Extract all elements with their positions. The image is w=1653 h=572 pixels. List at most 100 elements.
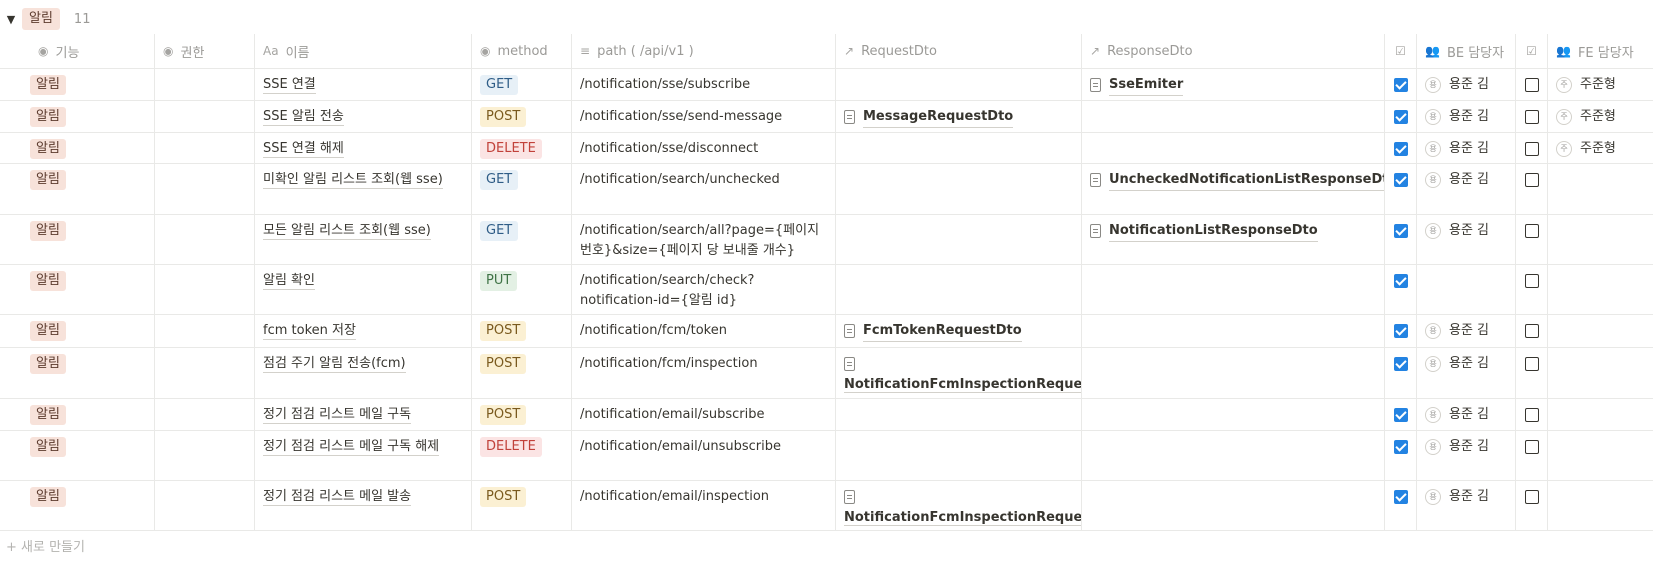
cell-fe-check[interactable] bbox=[1516, 133, 1548, 163]
cell-response-dto[interactable] bbox=[1082, 399, 1385, 430]
cell-feature[interactable]: 알림 bbox=[0, 164, 155, 214]
be-person[interactable]: 용 용준 김 bbox=[1425, 354, 1507, 374]
cell-be[interactable]: 용 용준 김 bbox=[1417, 431, 1516, 480]
be-person[interactable]: 용 용준 김 bbox=[1425, 75, 1507, 95]
table-row[interactable]: 알림 정기 점검 리스트 메일 구독 POST/notification/email… bbox=[0, 399, 1653, 431]
cell-fe-check[interactable] bbox=[1516, 315, 1548, 347]
cell-method[interactable]: GET bbox=[472, 215, 572, 264]
be-person[interactable]: 용 용준 김 bbox=[1425, 139, 1507, 159]
row-title[interactable]: 알림 확인 bbox=[263, 273, 315, 290]
cell-fe[interactable]: 주 주준형 bbox=[1548, 101, 1653, 132]
be-checkbox[interactable] bbox=[1393, 142, 1408, 156]
fe-person[interactable]: 주 주준형 bbox=[1556, 139, 1645, 159]
cell-auth[interactable] bbox=[155, 265, 255, 314]
cell-name[interactable]: 미확인 알림 리스트 조회(웹 sse) bbox=[255, 164, 472, 214]
cell-method[interactable]: DELETE bbox=[472, 133, 572, 163]
row-title[interactable]: fcm token 저장 bbox=[263, 323, 356, 340]
be-person[interactable]: 용 용준 김 bbox=[1425, 170, 1507, 190]
cell-be[interactable]: 용 용준 김 bbox=[1417, 399, 1516, 430]
cell-name[interactable]: 알림 확인 bbox=[255, 265, 472, 314]
fe-checkbox[interactable] bbox=[1524, 408, 1539, 422]
header-method[interactable]: ◉ method bbox=[472, 34, 572, 68]
be-checkbox[interactable] bbox=[1393, 490, 1408, 504]
fe-checkbox[interactable] bbox=[1524, 490, 1539, 504]
cell-request-dto[interactable]: FcmTokenRequestDto bbox=[836, 315, 1082, 347]
cell-auth[interactable] bbox=[155, 69, 255, 100]
cell-name[interactable]: fcm token 저장 bbox=[255, 315, 472, 347]
cell-auth[interactable] bbox=[155, 348, 255, 398]
cell-be-check[interactable] bbox=[1385, 69, 1417, 100]
cell-response-dto[interactable] bbox=[1082, 315, 1385, 347]
be-person[interactable]: 용 용준 김 bbox=[1425, 107, 1507, 127]
cell-path[interactable]: /notification/search/all?page={페이지번호}&si… bbox=[572, 215, 836, 264]
fe-checkbox[interactable] bbox=[1524, 110, 1539, 124]
table-row[interactable]: 알림 알림 확인 PUT/notification/search/check?not… bbox=[0, 265, 1653, 315]
cell-auth[interactable] bbox=[155, 215, 255, 264]
table-row[interactable]: 알림 점검 주기 알림 전송(fcm) POST/notification/fcm/… bbox=[0, 348, 1653, 399]
fe-checkbox[interactable] bbox=[1524, 173, 1539, 187]
cell-response-dto[interactable] bbox=[1082, 265, 1385, 314]
cell-method[interactable]: POST bbox=[472, 399, 572, 430]
cell-method[interactable]: GET bbox=[472, 69, 572, 100]
cell-path[interactable]: /notification/sse/subscribe bbox=[572, 69, 836, 100]
response-dto-link[interactable]: SseEmiter bbox=[1090, 75, 1184, 96]
fe-checkbox[interactable] bbox=[1524, 274, 1539, 288]
cell-feature[interactable]: 알림 bbox=[0, 481, 155, 530]
cell-be[interactable]: 용 용준 김 bbox=[1417, 164, 1516, 214]
response-dto-link[interactable]: NotificationListResponseDto bbox=[1090, 221, 1318, 242]
cell-name[interactable]: SSE 연결 해제 bbox=[255, 133, 472, 163]
cell-method[interactable]: GET bbox=[472, 164, 572, 214]
row-title[interactable]: SSE 알림 전송 bbox=[263, 109, 344, 126]
cell-fe[interactable] bbox=[1548, 164, 1653, 214]
header-be[interactable]: 👥 BE 담당자 bbox=[1417, 34, 1516, 68]
cell-fe-check[interactable] bbox=[1516, 265, 1548, 314]
toggle-triangle-icon[interactable]: ▼ bbox=[0, 13, 22, 26]
be-checkbox[interactable] bbox=[1393, 173, 1408, 187]
cell-fe-check[interactable] bbox=[1516, 164, 1548, 214]
cell-be-check[interactable] bbox=[1385, 133, 1417, 163]
header-name[interactable]: Aa 이름 bbox=[255, 34, 472, 68]
cell-path[interactable]: /notification/search/unchecked bbox=[572, 164, 836, 214]
cell-path[interactable]: /notification/sse/send-message bbox=[572, 101, 836, 132]
cell-auth[interactable] bbox=[155, 431, 255, 480]
cell-method[interactable]: DELETE bbox=[472, 431, 572, 480]
cell-be-check[interactable] bbox=[1385, 348, 1417, 398]
cell-feature[interactable]: 알림 bbox=[0, 215, 155, 264]
cell-auth[interactable] bbox=[155, 101, 255, 132]
cell-auth[interactable] bbox=[155, 315, 255, 347]
be-person[interactable]: 용 용준 김 bbox=[1425, 437, 1507, 457]
fe-checkbox[interactable] bbox=[1524, 357, 1539, 371]
cell-method[interactable]: POST bbox=[472, 481, 572, 530]
cell-be-check[interactable] bbox=[1385, 265, 1417, 314]
cell-fe[interactable] bbox=[1548, 315, 1653, 347]
cell-request-dto[interactable] bbox=[836, 69, 1082, 100]
cell-fe[interactable] bbox=[1548, 481, 1653, 530]
table-row[interactable]: 알림 SSE 연결 해제 DELETE/notification/sse/disco… bbox=[0, 133, 1653, 164]
cell-feature[interactable]: 알림 bbox=[0, 69, 155, 100]
cell-be[interactable]: 용 용준 김 bbox=[1417, 315, 1516, 347]
cell-fe-check[interactable] bbox=[1516, 481, 1548, 530]
cell-name[interactable]: 정기 점검 리스트 메일 발송 bbox=[255, 481, 472, 530]
cell-response-dto[interactable] bbox=[1082, 101, 1385, 132]
cell-path[interactable]: /notification/fcm/inspection bbox=[572, 348, 836, 398]
fe-checkbox[interactable] bbox=[1524, 324, 1539, 338]
cell-fe[interactable] bbox=[1548, 215, 1653, 264]
cell-be[interactable]: 용 용준 김 bbox=[1417, 69, 1516, 100]
cell-fe-check[interactable] bbox=[1516, 431, 1548, 480]
cell-fe-check[interactable] bbox=[1516, 101, 1548, 132]
cell-be-check[interactable] bbox=[1385, 431, 1417, 480]
cell-feature[interactable]: 알림 bbox=[0, 101, 155, 132]
cell-response-dto[interactable]: UncheckedNotificationListResponseDto bbox=[1082, 164, 1385, 214]
header-path[interactable]: ≡ path ( /api/v1 ) bbox=[572, 34, 836, 68]
group-tag[interactable]: 알림 bbox=[22, 8, 60, 30]
cell-request-dto[interactable] bbox=[836, 265, 1082, 314]
cell-auth[interactable] bbox=[155, 481, 255, 530]
be-person[interactable]: 용 용준 김 bbox=[1425, 321, 1507, 341]
be-checkbox[interactable] bbox=[1393, 274, 1408, 288]
header-fe-check[interactable]: ☑ bbox=[1516, 34, 1548, 68]
header-feature[interactable]: ◉ 기능 bbox=[0, 34, 155, 68]
row-title[interactable]: SSE 연결 해제 bbox=[263, 141, 344, 158]
cell-feature[interactable]: 알림 bbox=[0, 348, 155, 398]
cell-be[interactable]: 용 용준 김 bbox=[1417, 133, 1516, 163]
cell-be[interactable]: 용 용준 김 bbox=[1417, 348, 1516, 398]
